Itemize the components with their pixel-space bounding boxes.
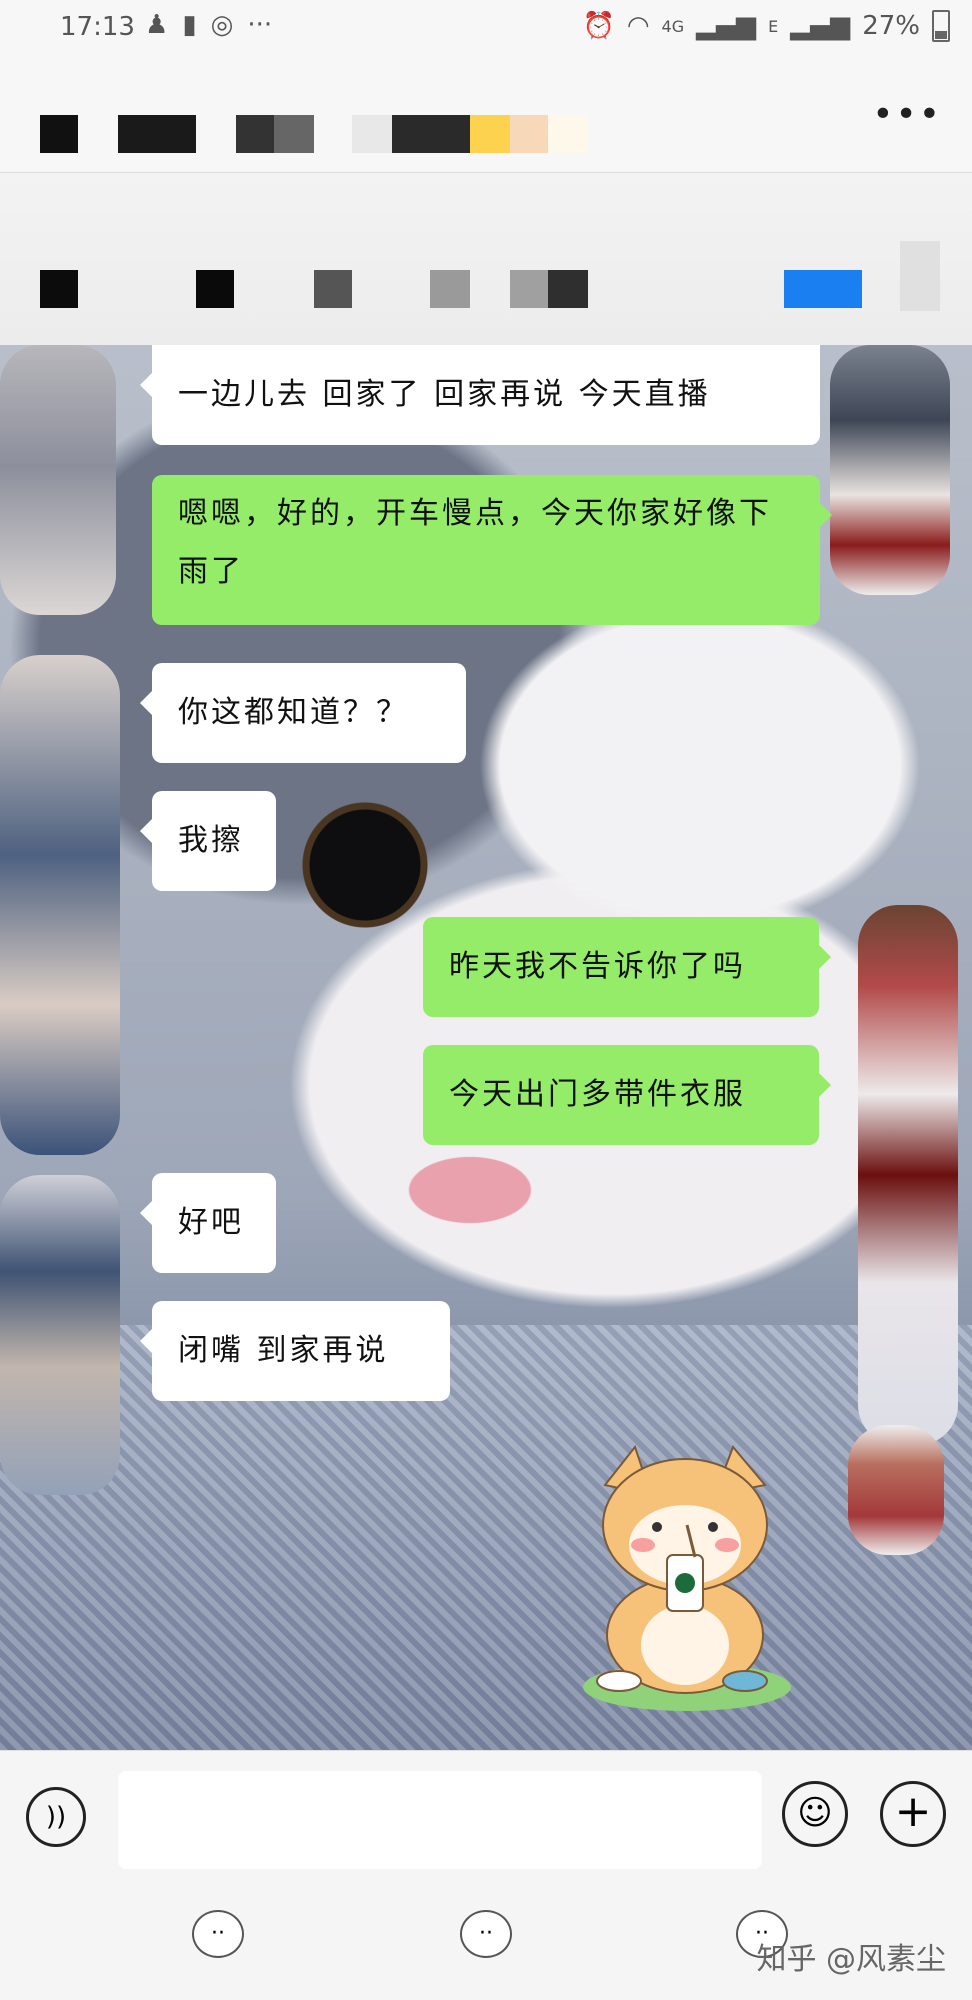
sticker-foot-left (596, 1670, 642, 1692)
sticker-cup-logo (675, 1573, 695, 1593)
sticker-blush-left (631, 1538, 655, 1552)
plus-icon: + (894, 1786, 932, 1837)
sticker-suggestion-icon[interactable]: ·· (192, 1910, 244, 1958)
input-bar: )) ☺ + (0, 1750, 972, 1891)
app-icon: ♟ (145, 10, 169, 40)
smiley-icon: ☺ (797, 1793, 833, 1833)
message-bubble-incoming[interactable]: 好吧 (140, 1173, 276, 1273)
wifi-icon: ◠ (626, 11, 650, 41)
sticker-eye-right (708, 1522, 718, 1532)
wallpaper-knit-texture (0, 1325, 972, 1750)
more-options-icon[interactable]: ••• (872, 94, 942, 135)
mosaic-block (118, 115, 196, 153)
sticker-foot-right (722, 1670, 768, 1692)
avatar-right[interactable] (830, 345, 950, 595)
network-label: 4G (661, 16, 685, 36)
mosaic-block (510, 270, 548, 308)
avatar-left[interactable] (0, 345, 116, 615)
message-bubble-incoming[interactable]: 我擦 (140, 791, 276, 891)
mosaic-strip (0, 173, 972, 345)
network-label-2: E (768, 16, 779, 36)
status-bar: 17:13 ♟ ▮ ◎ ··· ⏰ ◠ 4G ▂▄▆ E ▂▄▆ 27% (0, 0, 972, 60)
message-bubble-outgoing[interactable]: 嗯嗯，好的，开车慢点，今天你家好像下雨了 (152, 475, 832, 625)
status-left-icons: ♟ ▮ ◎ ··· (145, 10, 272, 40)
sticker-eye-left (652, 1522, 662, 1532)
more-functions-button[interactable]: + (880, 1781, 946, 1847)
mosaic-block (784, 270, 862, 308)
avatar-right[interactable] (858, 905, 958, 1445)
alarm-icon: ⏰ (582, 11, 615, 41)
signal-icon-2: ▂▄▆ (790, 11, 851, 41)
weibo-icon: ◎ (210, 10, 234, 40)
mosaic-block (274, 115, 314, 153)
mosaic-block (196, 270, 234, 308)
avatar-left[interactable] (0, 1175, 120, 1495)
chat-area: 一边儿去 回家了 回家再说 今天直播 嗯嗯，好的，开车慢点，今天你家好像下雨了 … (0, 345, 972, 1750)
sticker-blush-right (715, 1538, 739, 1552)
chat-bubble-icon: ▮ (182, 10, 197, 40)
message-bubble-outgoing[interactable]: 今天出门多带件衣服 (423, 1045, 831, 1145)
watermark: 知乎 @风素尘 (756, 1942, 946, 1977)
sticker-suggestion-bar: ·· ·· ·· 知乎 @风素尘 (0, 1890, 972, 2000)
voice-icon: )) (45, 1802, 67, 1832)
mosaic-block (352, 115, 392, 153)
message-bubble-outgoing[interactable]: 昨天我不告诉你了吗 (423, 917, 831, 1017)
message-bubble-incoming[interactable]: 你这都知道？？ (140, 663, 466, 763)
mosaic-block (470, 115, 510, 153)
mosaic-block (40, 115, 78, 153)
mosaic-block (510, 115, 548, 153)
mosaic-block (314, 270, 352, 308)
message-input[interactable] (118, 1771, 762, 1869)
chat-header: ••• (0, 60, 972, 173)
shiba-sticker[interactable] (575, 1445, 795, 1715)
avatar-right[interactable] (848, 1425, 944, 1555)
sticker-suggestion-icon[interactable]: ·· (460, 1910, 512, 1958)
signal-icon: ▂▄▆ (696, 11, 757, 41)
status-time: 17:13 (60, 12, 135, 42)
avatar-left[interactable] (0, 655, 120, 1155)
message-bubble-incoming[interactable]: 一边儿去 回家了 回家再说 今天直播 (140, 345, 820, 445)
more-dots-icon: ··· (247, 10, 273, 40)
status-right: ⏰ ◠ 4G ▂▄▆ E ▂▄▆ 27% (582, 10, 950, 42)
emoji-button[interactable]: ☺ (782, 1781, 848, 1847)
mosaic-block (548, 270, 588, 308)
mosaic-block (392, 115, 470, 153)
voice-input-button[interactable]: )) (26, 1787, 86, 1847)
battery-icon (932, 10, 950, 42)
message-bubble-incoming[interactable]: 闭嘴 到家再说 (140, 1301, 450, 1401)
mosaic-block (430, 270, 470, 308)
mosaic-block (900, 241, 940, 311)
mosaic-block (548, 115, 588, 153)
mosaic-block (40, 270, 78, 308)
mosaic-block (236, 115, 274, 153)
battery-label: 27% (862, 11, 920, 41)
sticker-belly (641, 1605, 729, 1685)
